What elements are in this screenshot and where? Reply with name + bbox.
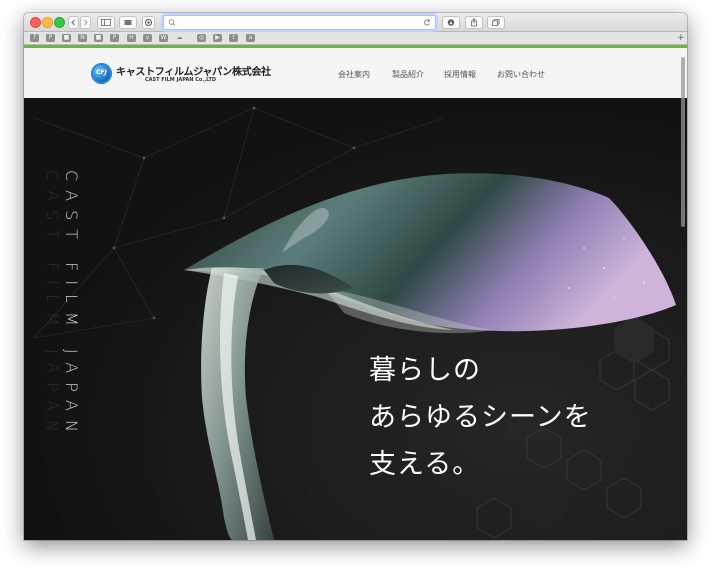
share-icon bbox=[471, 18, 477, 27]
hero-section: CAST FILM JAPAN CAST FILM JAPAN 暮らしの あらゆ… bbox=[24, 98, 687, 540]
download-icon bbox=[447, 19, 455, 26]
bookmark-soundcloud[interactable]: ☁ bbox=[175, 34, 184, 42]
bookmark-icon: ■ bbox=[63, 34, 70, 41]
back-button[interactable] bbox=[68, 16, 79, 29]
bookmark-4[interactable]: N bbox=[78, 34, 87, 42]
hero-headline-line-1: 暮らしの bbox=[369, 355, 481, 386]
reload-icon[interactable] bbox=[422, 16, 432, 29]
company-name[interactable]: キャストフィルムジャパン株式会社 bbox=[116, 63, 271, 78]
chevron-left-icon bbox=[71, 19, 75, 26]
url-input[interactable] bbox=[178, 16, 418, 29]
close-window-button[interactable] bbox=[30, 17, 41, 28]
p-icon: P bbox=[112, 34, 117, 41]
minimize-window-button[interactable] bbox=[42, 17, 53, 28]
site-header: CFJ キャストフィルムジャパン株式会社 CAST FILM JAPAN Co.… bbox=[24, 45, 687, 101]
soundcloud-icon: ☁ bbox=[176, 34, 183, 41]
nav-contact[interactable]: お問い合わせ bbox=[497, 69, 545, 80]
zoom-window-button[interactable] bbox=[54, 17, 65, 28]
vertical-brand-text-shadow: CAST FILM JAPAN bbox=[43, 170, 62, 441]
instagram-icon: ◎ bbox=[198, 34, 205, 41]
nav-company-info[interactable]: 会社案内 bbox=[338, 69, 370, 80]
scrollbar-thumb[interactable] bbox=[681, 57, 685, 227]
bookmark-9[interactable]: W bbox=[159, 34, 168, 42]
add-tab-button[interactable]: + bbox=[677, 32, 685, 44]
bookmark-youtube[interactable]: ▶ bbox=[213, 34, 222, 42]
show-tabs-button[interactable] bbox=[487, 16, 505, 29]
reader-button[interactable] bbox=[119, 16, 137, 29]
browser-window: f P ■ N ■ P H v W ☁ ◎ ▶ t a + CFJ キャストフィ… bbox=[24, 13, 687, 540]
shield-icon bbox=[145, 19, 152, 26]
bookmark-vimeo[interactable]: v bbox=[143, 34, 152, 42]
search-icon bbox=[168, 19, 176, 26]
vertical-brand-text: CAST FILM JAPAN bbox=[62, 170, 81, 441]
company-logo-icon[interactable]: CFJ bbox=[91, 63, 112, 84]
privacy-report-button[interactable] bbox=[142, 16, 155, 29]
bookmark-icon: ■ bbox=[95, 34, 102, 41]
vimeo-icon: v bbox=[145, 34, 150, 41]
pinterest-icon: P bbox=[48, 34, 53, 41]
address-bar[interactable] bbox=[163, 15, 436, 30]
nav-recruit[interactable]: 採用情報 bbox=[444, 69, 476, 80]
sidebar-button[interactable] bbox=[97, 16, 115, 29]
nav-products[interactable]: 製品紹介 bbox=[392, 69, 424, 80]
hero-headline-line-3: 支える。 bbox=[369, 449, 481, 480]
screen-icon bbox=[124, 20, 132, 25]
logo-mark-text: CFJ bbox=[96, 69, 107, 76]
bookmark-pinterest[interactable]: P bbox=[46, 34, 55, 42]
bookmark-3[interactable]: ■ bbox=[62, 34, 71, 42]
hero-background-graphic bbox=[33, 106, 676, 540]
bookmark-facebook[interactable]: f bbox=[30, 34, 39, 42]
forward-button[interactable] bbox=[80, 16, 91, 29]
youtube-icon: ▶ bbox=[215, 34, 220, 41]
bookmark-5[interactable]: ■ bbox=[94, 34, 103, 42]
w-icon: W bbox=[160, 34, 167, 41]
chevron-right-icon bbox=[84, 19, 88, 26]
bookmark-amazon[interactable]: a bbox=[246, 34, 255, 42]
bookmarks-bar: f P ■ N ■ P H v W ☁ ◎ ▶ t a + bbox=[24, 32, 687, 45]
bookmark-6[interactable]: P bbox=[110, 34, 119, 42]
company-name-english: CAST FILM JAPAN Co.,LTD bbox=[145, 77, 217, 83]
page-scrollbar[interactable] bbox=[679, 45, 687, 540]
bookmark-tumblr[interactable]: t bbox=[229, 34, 238, 42]
facebook-icon: f bbox=[33, 34, 36, 41]
amazon-icon: a bbox=[248, 34, 253, 41]
n-icon: N bbox=[80, 34, 85, 41]
bookmark-7[interactable]: H bbox=[127, 34, 136, 42]
hero-headline-line-2: あらゆるシーンを bbox=[369, 402, 592, 433]
tumblr-icon: t bbox=[232, 34, 235, 41]
share-button[interactable] bbox=[465, 16, 483, 29]
h-icon: H bbox=[129, 34, 134, 41]
sidebar-icon bbox=[101, 19, 111, 26]
downloads-button[interactable] bbox=[442, 16, 460, 29]
bookmark-instagram[interactable]: ◎ bbox=[197, 34, 206, 42]
tabs-icon bbox=[492, 19, 500, 26]
web-page: CFJ キャストフィルムジャパン株式会社 CAST FILM JAPAN Co.… bbox=[24, 45, 687, 540]
browser-toolbar bbox=[24, 13, 687, 32]
